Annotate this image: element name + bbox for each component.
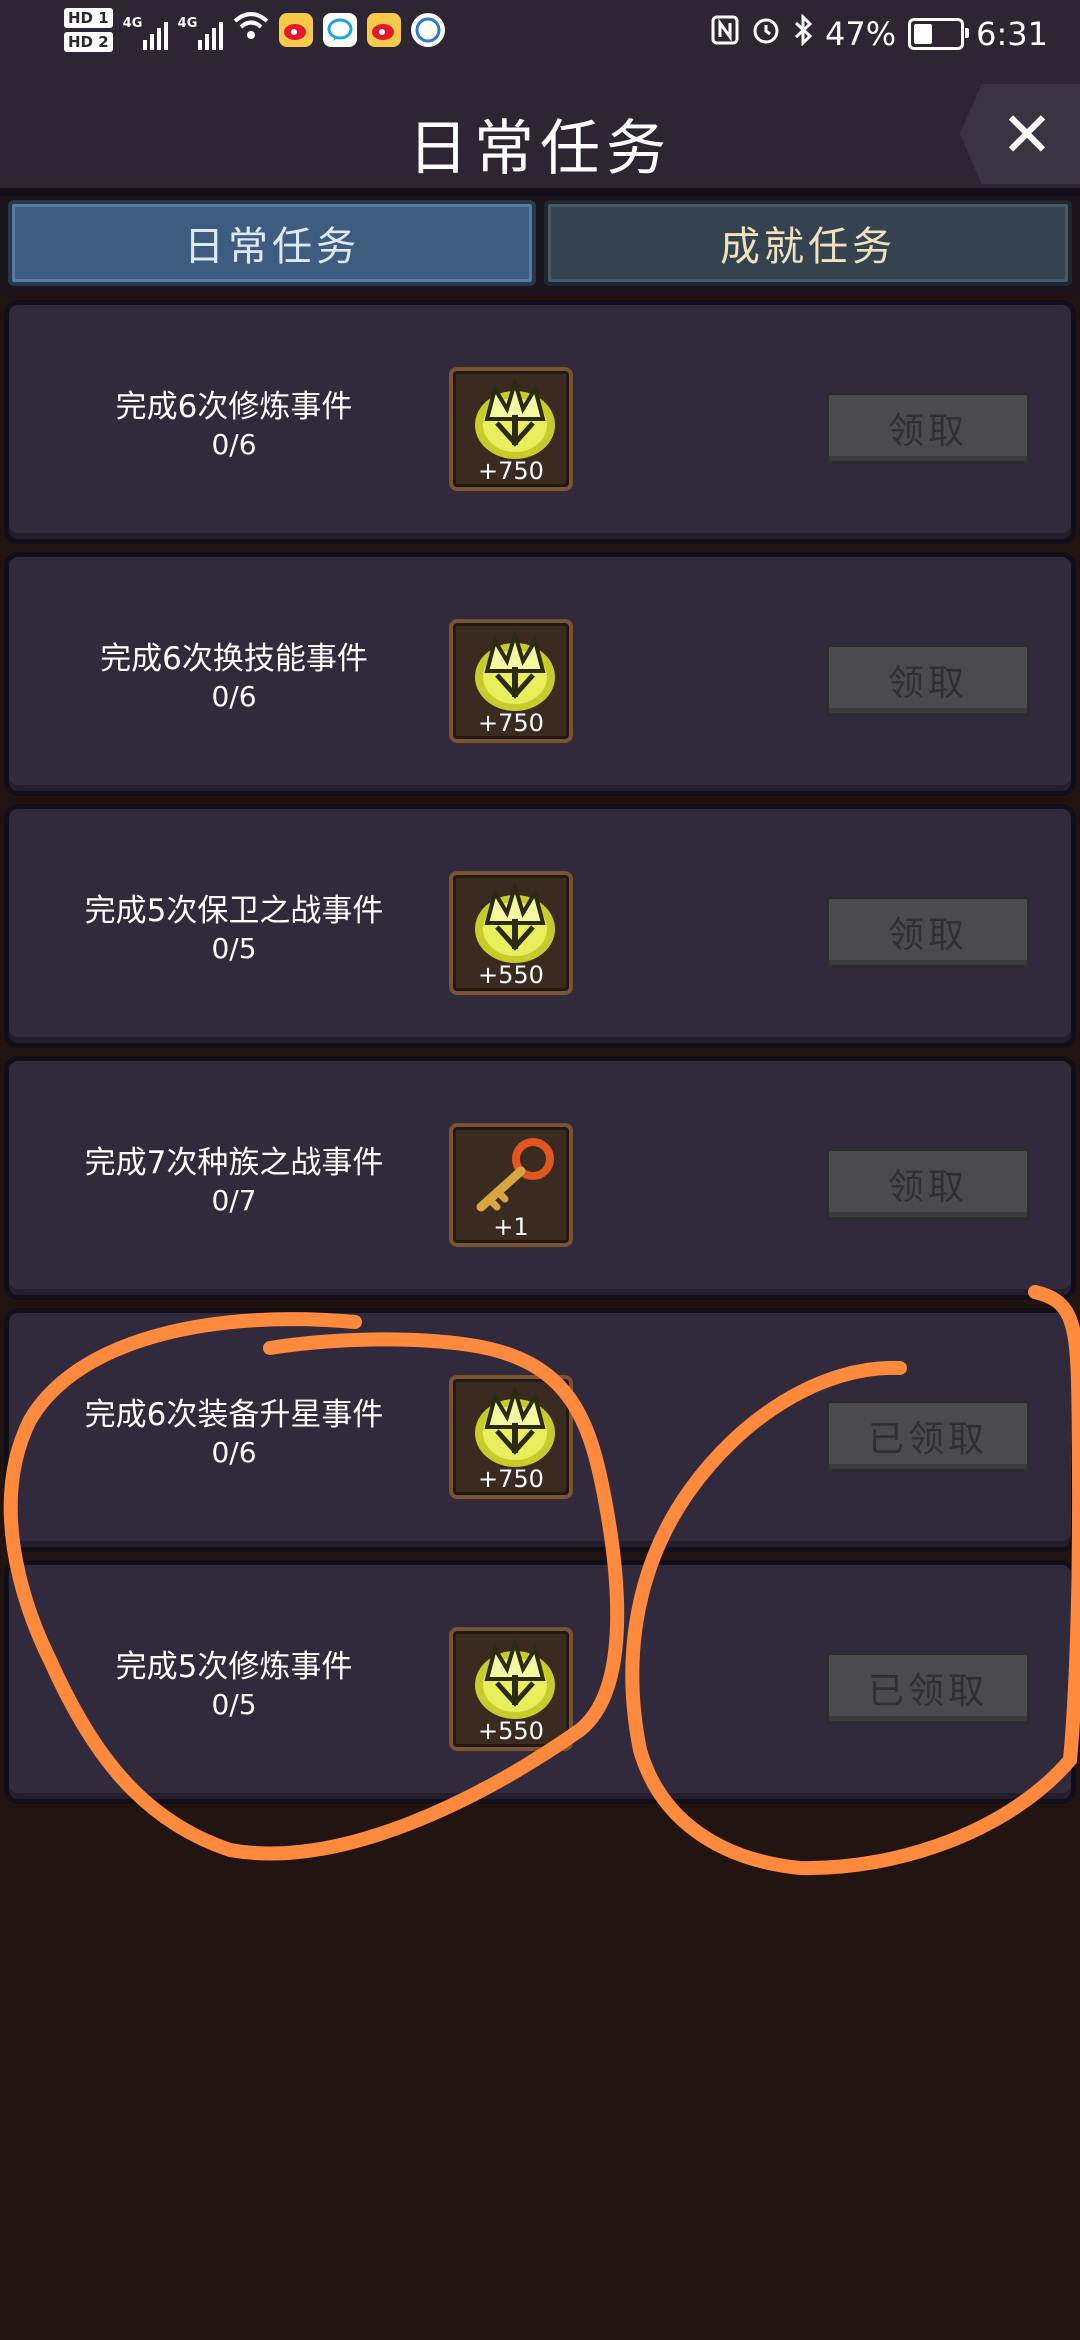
page-title: 日常任务: [408, 114, 672, 184]
battery-fill: [914, 24, 933, 44]
reward-slot[interactable]: +1: [449, 1123, 573, 1247]
task-progress: 0/6: [211, 428, 257, 461]
hd1-badge: HD 1: [64, 8, 113, 28]
reward-slot[interactable]: +750: [449, 367, 573, 491]
reward-slot[interactable]: +750: [449, 619, 573, 743]
task-title: 完成5次修炼事件: [115, 1649, 353, 1685]
claim-button[interactable]: 领取: [825, 1147, 1031, 1221]
task-description: 完成6次装备升星事件 0/6: [29, 1395, 439, 1471]
net2-label: 4G: [177, 16, 198, 31]
weibo-icon-2: [366, 13, 401, 47]
task-row: 完成6次装备升星事件 0/6 +750 已领取: [4, 1308, 1076, 1552]
task-progress: 0/5: [211, 932, 257, 965]
claim-button[interactable]: 已领取: [825, 1651, 1031, 1725]
close-button[interactable]: ✕: [960, 84, 1080, 184]
reward-quantity: +550: [478, 1717, 544, 1745]
ifly-icon: [410, 13, 445, 47]
net1-label: 4G: [122, 16, 143, 31]
task-description: 完成6次修炼事件 0/6: [29, 387, 439, 463]
reward-slot[interactable]: +550: [449, 1627, 573, 1751]
close-icon: ✕: [1001, 97, 1053, 171]
tab-bar: 日常任务 成就任务: [0, 196, 1080, 296]
reward-quantity: +750: [478, 709, 544, 737]
reward-quantity: +750: [478, 457, 544, 485]
battery-icon: [908, 18, 970, 50]
task-title: 完成6次修炼事件: [115, 389, 353, 425]
dialog-header: 日常任务 ✕: [0, 78, 1080, 196]
task-row: 完成5次修炼事件 0/5 +550 已领取: [4, 1560, 1076, 1804]
claim-button[interactable]: 领取: [825, 391, 1031, 465]
task-row: 完成5次保卫之战事件 0/5 +550 领取: [4, 804, 1076, 1048]
alarm-icon: [751, 15, 781, 53]
task-progress: 0/6: [211, 1436, 257, 1469]
task-description: 完成5次保卫之战事件 0/5: [29, 891, 439, 967]
nfc-icon: [711, 15, 739, 53]
task-progress: 0/6: [211, 680, 257, 713]
hd-indicators: HD 1 HD 2: [64, 8, 113, 52]
claim-button[interactable]: 领取: [825, 895, 1031, 969]
task-title: 完成6次装备升星事件: [84, 1397, 384, 1433]
reward-slot[interactable]: +550: [449, 871, 573, 995]
signal-2-icon: 4G: [178, 10, 223, 50]
task-row: 完成7次种族之战事件 0/7 +1 领取: [4, 1056, 1076, 1300]
hd2-badge: HD 2: [64, 32, 113, 52]
chat-bubble-icon: [322, 13, 357, 47]
tab-daily-tasks[interactable]: 日常任务: [8, 200, 536, 286]
reward-slot[interactable]: +750: [449, 1375, 573, 1499]
task-description: 完成6次换技能事件 0/6: [29, 639, 439, 715]
reward-quantity: +550: [478, 961, 544, 989]
task-title: 完成5次保卫之战事件: [84, 893, 384, 929]
signal-1-icon: 4G: [123, 10, 168, 50]
task-row: 完成6次修炼事件 0/6 +750 领取: [4, 300, 1076, 544]
status-left: HD 1 HD 2 4G 4G: [64, 8, 445, 52]
claim-button[interactable]: 已领取: [825, 1399, 1031, 1473]
task-progress: 0/7: [211, 1184, 257, 1217]
clock: 6:31: [976, 15, 1048, 53]
bluetooth-icon: [793, 13, 813, 54]
battery-percent: 47%: [825, 15, 897, 53]
reward-quantity: +1: [493, 1213, 529, 1241]
weibo-icon: [278, 13, 313, 47]
task-title: 完成7次种族之战事件: [84, 1145, 384, 1181]
status-bar: HD 1 HD 2 4G 4G 47% 6:31: [0, 0, 1080, 78]
reward-quantity: +750: [478, 1465, 544, 1493]
task-progress: 0/5: [211, 1688, 257, 1721]
status-right: 47% 6:31: [711, 13, 1048, 54]
tab-achievement-tasks[interactable]: 成就任务: [544, 200, 1072, 286]
task-title: 完成6次换技能事件: [100, 641, 368, 677]
wifi-icon: [233, 10, 269, 50]
task-row: 完成6次换技能事件 0/6 +750 领取: [4, 552, 1076, 796]
task-description: 完成5次修炼事件 0/5: [29, 1647, 439, 1723]
task-description: 完成7次种族之战事件 0/7: [29, 1143, 439, 1219]
claim-button[interactable]: 领取: [825, 643, 1031, 717]
